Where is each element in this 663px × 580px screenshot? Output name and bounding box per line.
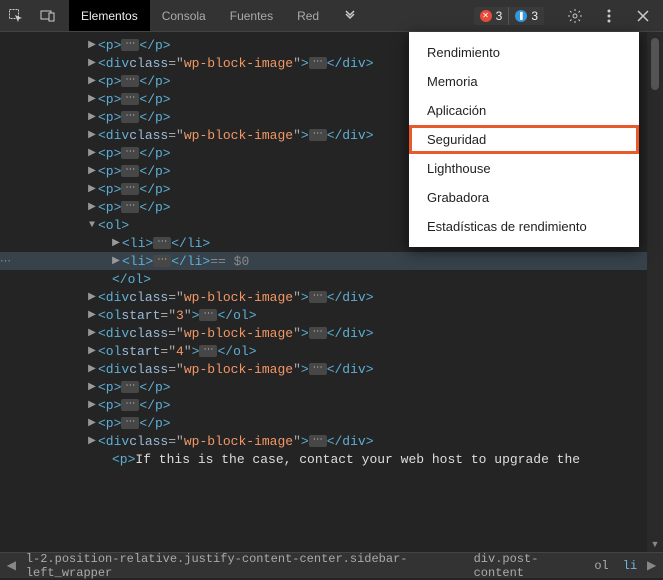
panel-tabs: Elementos Consola Fuentes Red (69, 0, 369, 31)
kebab-menu-button[interactable] (593, 9, 625, 23)
expand-arrow-icon[interactable]: ▶ (86, 309, 98, 321)
ellipsis-icon[interactable]: ⋯ (309, 327, 327, 339)
expand-arrow-icon[interactable]: ▶ (110, 237, 122, 249)
expand-arrow-icon[interactable]: ▶ (110, 255, 122, 267)
ellipsis-icon[interactable]: ⋯ (121, 399, 139, 411)
ellipsis-icon[interactable]: ⋯ (121, 417, 139, 429)
toolbar-left (0, 0, 69, 31)
dom-tree-row[interactable]: ▶<li> ⋯ </li> == $0 (0, 252, 663, 270)
menu-item-seguridad[interactable]: Seguridad (409, 125, 639, 154)
expand-arrow-icon[interactable]: ▼ (86, 220, 98, 231)
ellipsis-icon[interactable]: ⋯ (309, 363, 327, 375)
settings-button[interactable] (559, 8, 591, 24)
more-tabs-button[interactable] (331, 0, 369, 31)
ellipsis-icon[interactable]: ⋯ (121, 75, 139, 87)
expand-arrow-icon[interactable]: ▶ (86, 291, 98, 303)
ellipsis-icon[interactable]: ⋯ (309, 435, 327, 447)
ellipsis-icon[interactable]: ⋯ (121, 39, 139, 51)
breadcrumb-segment[interactable]: ol (587, 559, 615, 573)
error-badge[interactable]: ✕ 3 (474, 7, 510, 25)
expand-arrow-icon[interactable]: ▶ (86, 363, 98, 375)
ellipsis-icon[interactable]: ⋯ (309, 291, 327, 303)
gutter-marker-icon: ⋯ (0, 254, 10, 268)
ellipsis-icon[interactable]: ⋯ (153, 237, 171, 249)
menu-item-lighthouse[interactable]: Lighthouse (409, 154, 639, 183)
expand-arrow-icon[interactable]: ▶ (86, 75, 98, 87)
ellipsis-icon[interactable]: ⋯ (121, 183, 139, 195)
expand-arrow-icon[interactable]: ▶ (86, 327, 98, 339)
toolbar-right: ✕ 3 ❚ 3 (474, 0, 663, 31)
vertical-scrollbar[interactable]: ▲ ▼ (647, 32, 663, 552)
expand-arrow-icon[interactable]: ▶ (86, 93, 98, 105)
dom-tree-row[interactable]: ▶<ol start="3">⋯</ol> (0, 306, 663, 324)
ellipsis-icon[interactable]: ⋯ (199, 309, 217, 321)
ellipsis-icon[interactable]: ⋯ (121, 381, 139, 393)
dom-tree-row[interactable]: ▶<div class="wp-block-image">⋯</div> (0, 360, 663, 378)
expand-arrow-icon[interactable]: ▶ (86, 345, 98, 357)
expand-arrow-icon[interactable]: ▶ (86, 381, 98, 393)
menu-item-aplicación[interactable]: Aplicación (409, 96, 639, 125)
menu-item-grabadora[interactable]: Grabadora (409, 183, 639, 212)
dom-tree-row[interactable]: ▶<ol start="4">⋯</ol> (0, 342, 663, 360)
ellipsis-icon[interactable]: ⋯ (121, 201, 139, 213)
tab-network[interactable]: Red (285, 0, 331, 31)
scrollbar-thumb[interactable] (651, 38, 659, 90)
expand-arrow-icon[interactable]: ▶ (86, 435, 98, 447)
close-button[interactable] (627, 10, 659, 22)
expand-arrow-icon[interactable]: ▶ (86, 183, 98, 195)
device-toggle-icon[interactable] (32, 8, 64, 24)
dom-tree-row[interactable]: ▶<div class="wp-block-image">⋯</div> (0, 288, 663, 306)
devtools-toolbar: Elementos Consola Fuentes Red ✕ 3 ❚ 3 (0, 0, 663, 32)
expand-arrow-icon[interactable]: ▶ (86, 111, 98, 123)
expand-arrow-icon[interactable]: ▶ (86, 399, 98, 411)
ellipsis-icon[interactable]: ⋯ (199, 345, 217, 357)
dom-tree-row[interactable]: </ol> (0, 270, 663, 288)
tab-elements[interactable]: Elementos (69, 0, 150, 31)
info-badge[interactable]: ❚ 3 (509, 7, 544, 25)
breadcrumb-scroll-right[interactable]: ▶ (644, 558, 659, 573)
inspect-icon[interactable] (0, 8, 32, 24)
ellipsis-icon[interactable]: ⋯ (309, 57, 327, 69)
error-count: 3 (496, 9, 503, 23)
expand-arrow-icon[interactable] (100, 454, 112, 465)
tab-console[interactable]: Consola (150, 0, 218, 31)
ellipsis-icon[interactable]: ⋯ (153, 255, 171, 267)
issue-badges[interactable]: ✕ 3 ❚ 3 (474, 7, 544, 25)
dom-tree-row[interactable]: ▶<div class="wp-block-image">⋯</div> (0, 324, 663, 342)
tab-sources[interactable]: Fuentes (218, 0, 285, 31)
menu-item-rendimiento[interactable]: Rendimiento (409, 38, 639, 67)
error-icon: ✕ (480, 10, 492, 22)
info-icon: ❚ (515, 10, 527, 22)
dom-tree-row[interactable]: ▶<p>⋯</p> (0, 414, 663, 432)
expand-arrow-icon[interactable]: ▶ (86, 39, 98, 51)
overflow-menu: RendimientoMemoriaAplicaciónSeguridadLig… (409, 32, 639, 247)
expand-arrow-icon[interactable]: ▶ (86, 165, 98, 177)
breadcrumb-segment[interactable]: li (616, 559, 644, 573)
scroll-down-arrow[interactable]: ▼ (647, 536, 663, 552)
breadcrumb-segment[interactable]: l-2.position-relative.justify-content-ce… (19, 552, 467, 580)
expand-arrow-icon[interactable]: ▶ (86, 129, 98, 141)
info-count: 3 (531, 9, 538, 23)
menu-item-estadísticas-de-rendimiento[interactable]: Estadísticas de rendimiento (409, 212, 639, 241)
ellipsis-icon[interactable]: ⋯ (121, 147, 139, 159)
expand-arrow-icon[interactable]: ▶ (86, 201, 98, 213)
ellipsis-icon[interactable]: ⋯ (121, 93, 139, 105)
expand-arrow-icon[interactable] (100, 274, 112, 285)
dom-tree-row[interactable]: ▶<div class="wp-block-image">⋯</div> (0, 432, 663, 450)
menu-item-memoria[interactable]: Memoria (409, 67, 639, 96)
ellipsis-icon[interactable]: ⋯ (309, 129, 327, 141)
ellipsis-icon[interactable]: ⋯ (121, 111, 139, 123)
dom-tree-row[interactable]: ▶<p>⋯</p> (0, 396, 663, 414)
dom-tree-row[interactable]: ▶<p>⋯</p> (0, 378, 663, 396)
expand-arrow-icon[interactable]: ▶ (86, 417, 98, 429)
breadcrumb-scroll-left[interactable]: ◀ (4, 558, 19, 573)
ellipsis-icon[interactable]: ⋯ (121, 165, 139, 177)
breadcrumb-segment[interactable]: div.post-content (467, 552, 588, 580)
expand-arrow-icon[interactable]: ▶ (86, 57, 98, 69)
breadcrumb-bar: ◀ l-2.position-relative.justify-content-… (0, 552, 663, 578)
dom-tree-row[interactable]: <p>If this is the case, contact your web… (0, 450, 663, 468)
expand-arrow-icon[interactable]: ▶ (86, 147, 98, 159)
